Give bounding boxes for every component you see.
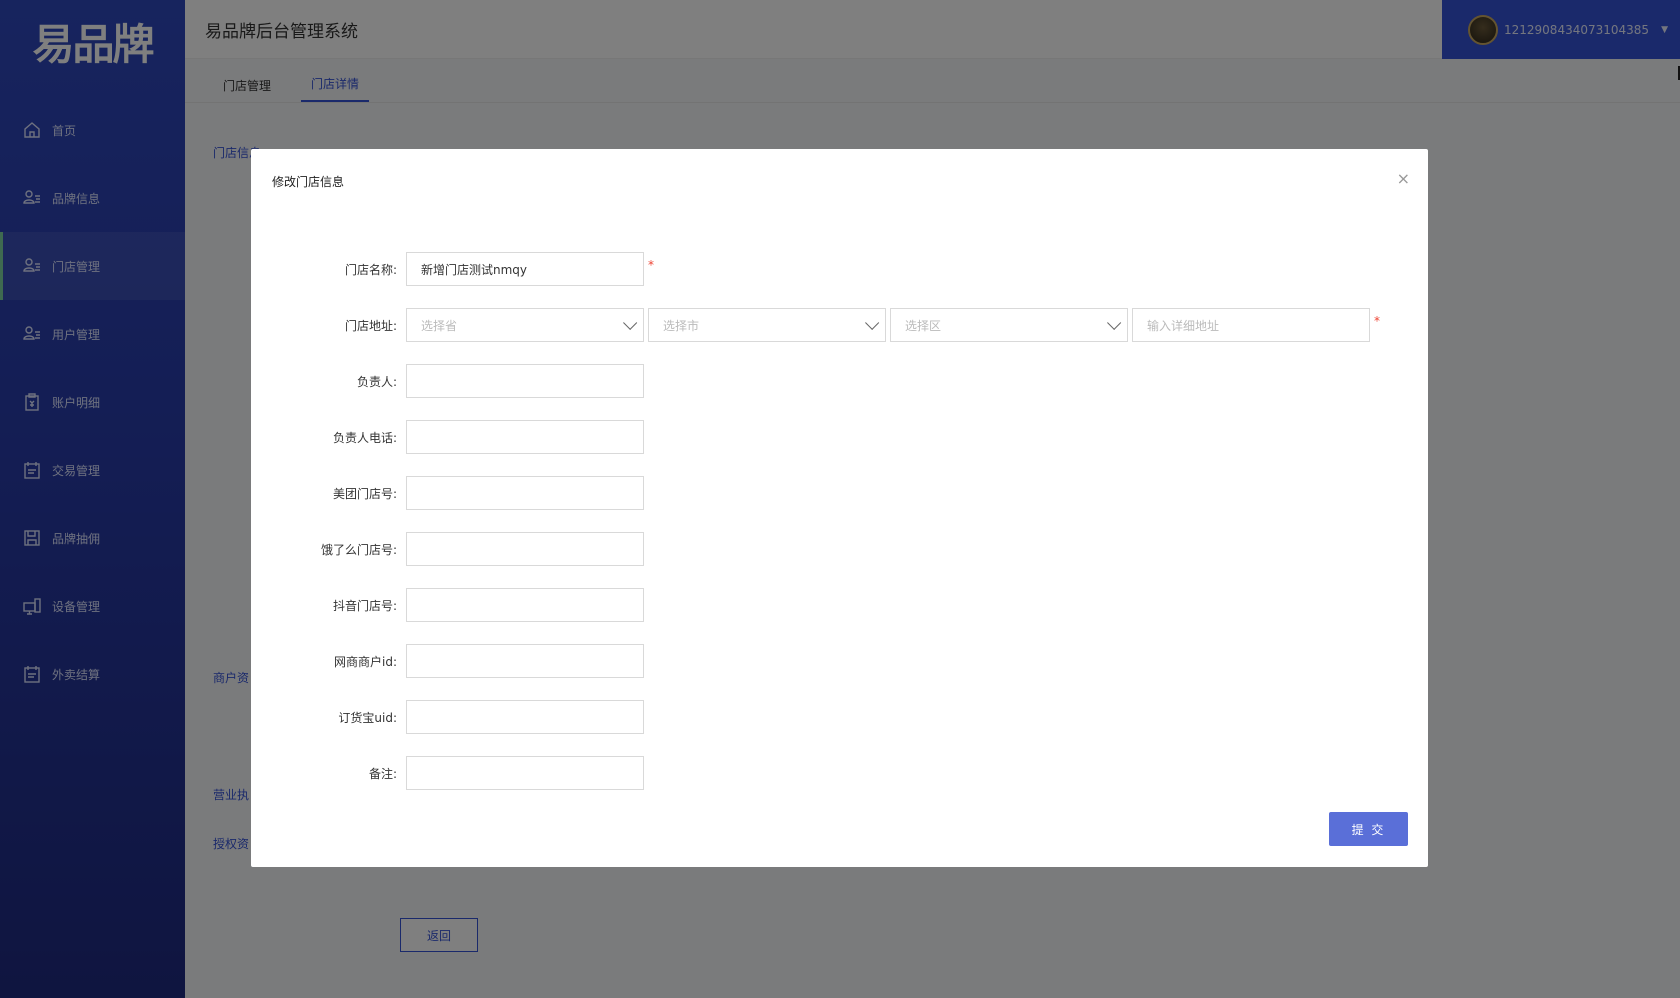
required-mark: * bbox=[648, 258, 654, 272]
store-name-label: 门店名称: bbox=[344, 262, 397, 277]
douyin-input[interactable] bbox=[406, 588, 644, 622]
close-icon[interactable]: × bbox=[1397, 169, 1410, 188]
district-placeholder: 选择区 bbox=[905, 318, 942, 333]
manager-label: 负责人: bbox=[356, 374, 397, 389]
form-row-wangshang: 网商商户id: bbox=[251, 644, 644, 678]
dialog-title: 修改门店信息 bbox=[272, 175, 345, 189]
manager-phone-input[interactable] bbox=[406, 420, 644, 454]
meituan-input[interactable] bbox=[406, 476, 644, 510]
store-name-input[interactable]: 新增门店测试nmqy bbox=[406, 252, 644, 286]
form-row-store-name: 门店名称: 新增门店测试nmqy * bbox=[251, 252, 654, 286]
douyin-label: 抖音门店号: bbox=[332, 598, 397, 613]
form-row-dinghuobao: 订货宝uid: bbox=[251, 700, 644, 734]
edit-store-dialog: 修改门店信息 × 门店名称: 新增门店测试nmqy * 门店地址: 选择省 选择… bbox=[251, 149, 1428, 867]
form-row-remark: 备注: bbox=[251, 756, 644, 790]
chevron-down-icon bbox=[1107, 315, 1122, 330]
form-row-douyin: 抖音门店号: bbox=[251, 588, 644, 622]
form-row-manager-phone: 负责人电话: bbox=[251, 420, 644, 454]
address-label: 门店地址: bbox=[344, 318, 397, 333]
district-select[interactable]: 选择区 bbox=[890, 308, 1128, 342]
form-row-address: 门店地址: 选择省 选择市 选择区 输入详细地址 * bbox=[251, 308, 1380, 342]
manager-phone-label: 负责人电话: bbox=[332, 430, 397, 445]
meituan-label: 美团门店号: bbox=[332, 486, 397, 501]
dinghuobao-label: 订货宝uid: bbox=[338, 710, 397, 725]
remark-input[interactable] bbox=[406, 756, 644, 790]
store-name-value: 新增门店测试nmqy bbox=[421, 262, 528, 277]
eleme-label: 饿了么门店号: bbox=[320, 542, 397, 557]
manager-input[interactable] bbox=[406, 364, 644, 398]
address-detail-placeholder: 输入详细地址 bbox=[1147, 318, 1220, 333]
city-placeholder: 选择市 bbox=[663, 318, 700, 333]
form-row-eleme: 饿了么门店号: bbox=[251, 532, 644, 566]
address-detail-input[interactable]: 输入详细地址 bbox=[1132, 308, 1370, 342]
chevron-down-icon bbox=[623, 315, 638, 330]
dinghuobao-input[interactable] bbox=[406, 700, 644, 734]
province-placeholder: 选择省 bbox=[421, 318, 458, 333]
form-row-meituan: 美团门店号: bbox=[251, 476, 644, 510]
wangshang-input[interactable] bbox=[406, 644, 644, 678]
province-select[interactable]: 选择省 bbox=[406, 308, 644, 342]
eleme-input[interactable] bbox=[406, 532, 644, 566]
city-select[interactable]: 选择市 bbox=[648, 308, 886, 342]
wangshang-label: 网商商户id: bbox=[334, 654, 397, 669]
submit-button[interactable]: 提 交 bbox=[1329, 812, 1408, 846]
form-row-manager: 负责人: bbox=[251, 364, 644, 398]
remark-label: 备注: bbox=[368, 766, 397, 781]
required-mark: * bbox=[1374, 314, 1380, 328]
chevron-down-icon bbox=[865, 315, 880, 330]
